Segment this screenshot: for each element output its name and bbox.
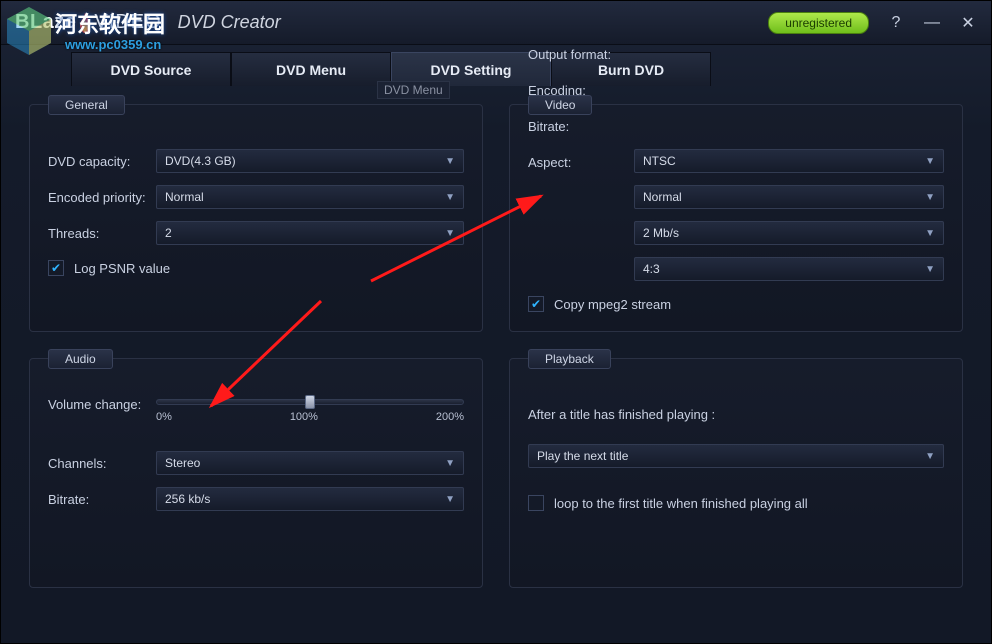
panel-playback: Playback After a title has finished play… <box>509 358 963 588</box>
label-copy-mpeg2: Copy mpeg2 stream <box>554 297 671 312</box>
caret-down-icon: ▼ <box>445 192 455 203</box>
label-threads: Threads: <box>48 226 156 241</box>
value-aspect: 4:3 <box>643 262 660 276</box>
select-video-bitrate[interactable]: 2 Mb/s ▼ <box>634 221 944 245</box>
value-encoding: Normal <box>643 190 682 204</box>
tick-0: 0% <box>156 411 172 423</box>
checkbox-copy-mpeg2[interactable] <box>528 296 544 312</box>
select-playback-action[interactable]: Play the next title ▼ <box>528 444 944 468</box>
caret-down-icon: ▼ <box>445 228 455 239</box>
minimize-button[interactable]: — <box>923 14 941 32</box>
select-aspect[interactable]: 4:3 ▼ <box>634 257 944 281</box>
select-dvd-capacity[interactable]: DVD(4.3 GB) ▼ <box>156 149 464 173</box>
watermark-text: 河东软件园 <box>55 7 165 39</box>
close-button[interactable]: ✕ <box>959 13 977 33</box>
label-after-title: After a title has finished playing : <box>528 407 944 422</box>
checkbox-loop[interactable] <box>528 495 544 511</box>
select-encoded-priority[interactable]: Normal ▼ <box>156 185 464 209</box>
checkbox-log-psnr[interactable] <box>48 260 64 276</box>
caret-down-icon: ▼ <box>925 228 935 239</box>
legend-playback: Playback <box>528 349 611 369</box>
value-dvd-capacity: DVD(4.3 GB) <box>165 154 236 168</box>
app-window: 河东软件园 www.pc0359.cn BLaze VIDEO DVD Crea… <box>0 0 992 644</box>
label-loop: loop to the first title when finished pl… <box>554 496 808 511</box>
select-audio-bitrate[interactable]: 256 kb/s ▼ <box>156 487 464 511</box>
caret-down-icon: ▼ <box>925 264 935 275</box>
caret-down-icon: ▼ <box>445 156 455 167</box>
slider-volume-wrap: 0% 100% 200% <box>156 397 464 423</box>
content-area: General DVD capacity: DVD(4.3 GB) ▼ Enco… <box>1 86 991 606</box>
caret-down-icon: ▼ <box>925 192 935 203</box>
slider-thumb[interactable] <box>305 395 315 409</box>
slider-volume[interactable] <box>156 399 464 405</box>
caret-down-icon: ▼ <box>445 494 455 505</box>
slider-ticks: 0% 100% 200% <box>156 411 464 423</box>
value-channels: Stereo <box>165 456 200 470</box>
legend-general: General <box>48 95 125 115</box>
value-audio-bitrate: 256 kb/s <box>165 492 210 506</box>
value-threads: 2 <box>165 226 172 240</box>
value-video-bitrate: 2 Mb/s <box>643 226 679 240</box>
select-encoding[interactable]: Normal ▼ <box>634 185 944 209</box>
legend-video: Video <box>528 95 592 115</box>
select-threads[interactable]: 2 ▼ <box>156 221 464 245</box>
value-output-format: NTSC <box>643 154 676 168</box>
label-channels: Channels: <box>48 456 156 471</box>
label-log-psnr: Log PSNR value <box>74 261 170 276</box>
panel-general: General DVD capacity: DVD(4.3 GB) ▼ Enco… <box>29 104 483 332</box>
value-playback-action: Play the next title <box>537 449 628 463</box>
caret-down-icon: ▼ <box>925 156 935 167</box>
label-encoded-priority: Encoded priority: <box>48 190 156 205</box>
select-channels[interactable]: Stereo ▼ <box>156 451 464 475</box>
label-volume-change: Volume change: <box>48 397 156 412</box>
unregistered-badge[interactable]: unregistered <box>768 12 869 34</box>
caret-down-icon: ▼ <box>925 451 935 462</box>
tab-dvd-source[interactable]: DVD Source <box>71 52 231 86</box>
label-audio-bitrate: Bitrate: <box>48 492 156 507</box>
caret-down-icon: ▼ <box>445 458 455 469</box>
tab-bar: DVD Source DVD Menu DVD Setting Burn DVD <box>1 44 991 86</box>
app-subtitle: DVD Creator <box>178 12 281 33</box>
panel-audio: Audio Volume change: 0% 100% 200% Channe… <box>29 358 483 588</box>
tab-dvd-menu[interactable]: DVD Menu <box>231 52 391 86</box>
tick-100: 100% <box>290 411 318 423</box>
select-output-format[interactable]: NTSC ▼ <box>634 149 944 173</box>
tooltip-ghost: DVD Menu <box>377 81 450 99</box>
help-button[interactable]: ? <box>887 14 905 32</box>
panel-video: Video Output format: NTSC ▼ Encoding: No… <box>509 104 963 332</box>
legend-audio: Audio <box>48 349 113 369</box>
tick-200: 200% <box>436 411 464 423</box>
value-encoded-priority: Normal <box>165 190 204 204</box>
label-dvd-capacity: DVD capacity: <box>48 154 156 169</box>
